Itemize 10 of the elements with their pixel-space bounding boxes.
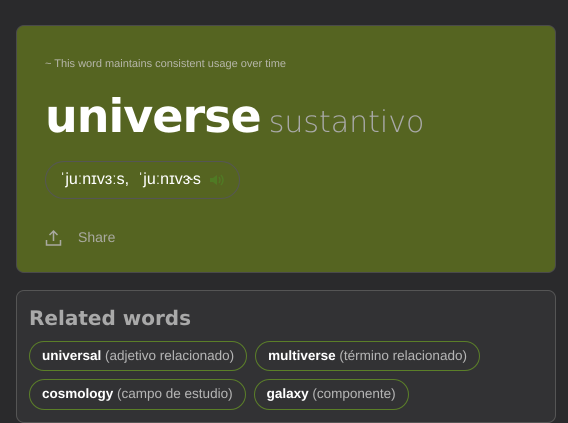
related-word-chip[interactable]: galaxy (componente) <box>254 379 409 410</box>
share-icon <box>45 228 62 246</box>
part-of-speech: sustantivo <box>268 104 424 142</box>
section-title: Related words <box>29 305 192 332</box>
related-word-chip[interactable]: universal (adjetivo relacionado) <box>29 341 248 372</box>
headword: universe <box>45 92 261 138</box>
related-word-chip[interactable]: multiverse (término relacionado) <box>255 341 480 372</box>
related-word-chip[interactable]: cosmology (campo de estudio) <box>29 379 246 410</box>
trend-note: ~ This word maintains consistent usage over time <box>45 57 287 72</box>
pronunciation-button[interactable]: ˈjuːnɪvɜːs, ˈjuːnɪvɝs <box>45 160 240 198</box>
